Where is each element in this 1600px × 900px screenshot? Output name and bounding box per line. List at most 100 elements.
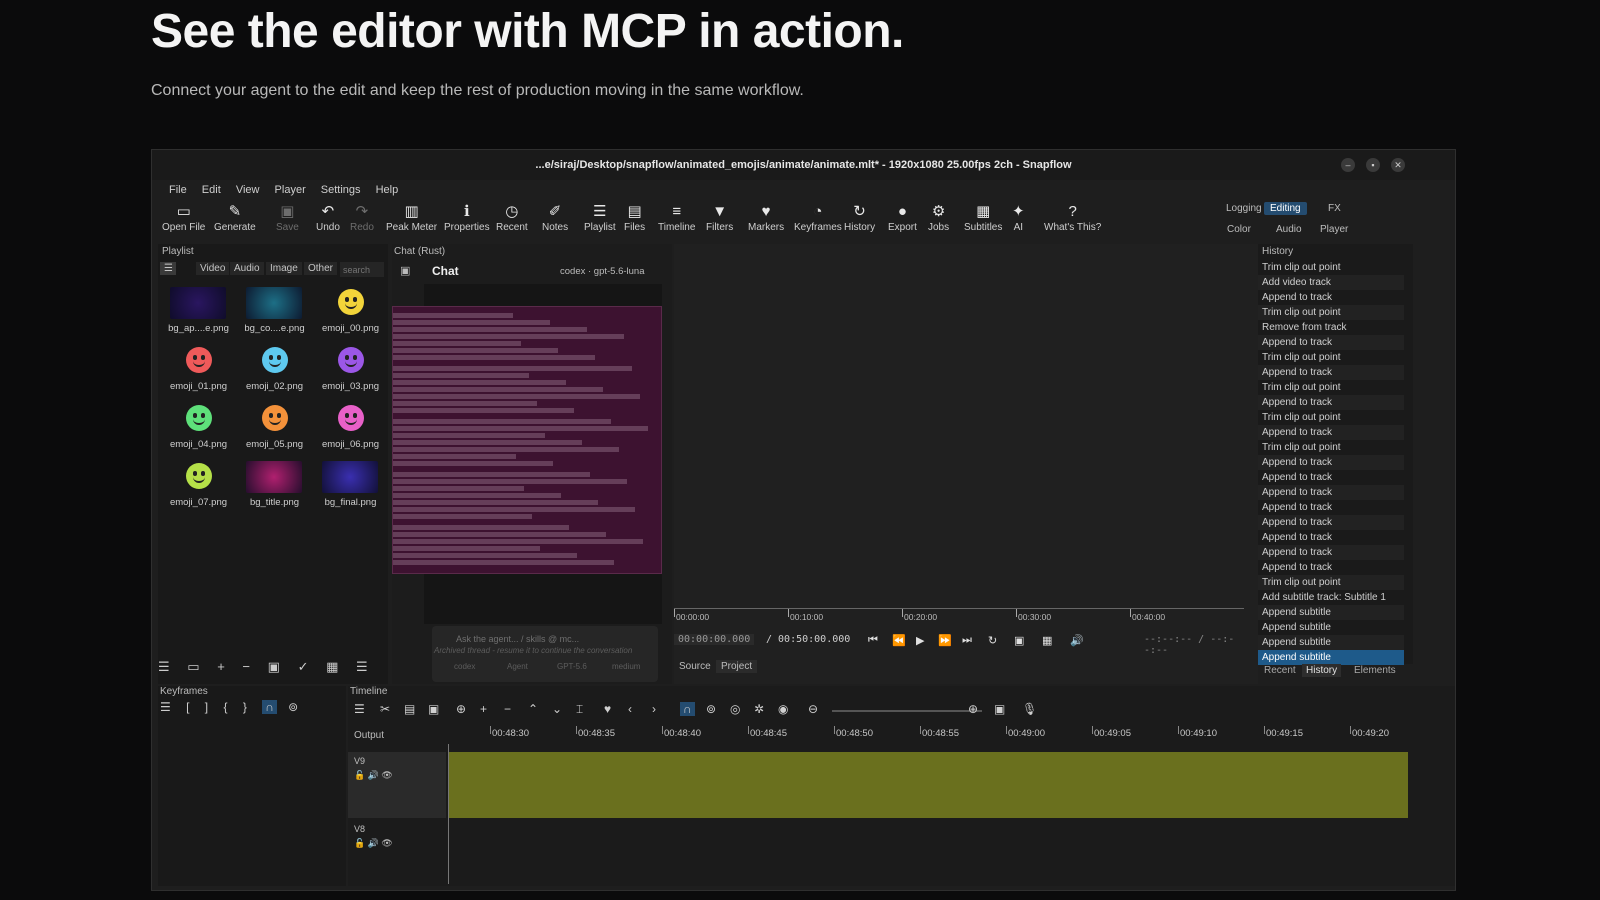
history-item[interactable]: Append to track [1258,530,1404,545]
scrub-toggle-icon[interactable]: ⊚ [706,702,716,716]
add-clip-icon[interactable]: + [480,702,487,716]
toolbar-keyframes-button[interactable]: ◔ Keyframes [794,202,842,233]
history-item[interactable]: Append to track [1258,545,1404,560]
snap-toggle-icon[interactable]: ∩ [680,702,695,716]
history-item[interactable]: Add subtitle track: Subtitle 1 [1258,590,1404,605]
playlist-item[interactable]: bg_ap....e.png [162,284,235,340]
track-v9-controls[interactable]: 🔓 🔊 👁 [348,770,446,781]
playlist-item[interactable]: bg_title.png [238,458,311,514]
playlist-item[interactable]: emoji_01.png [162,342,235,398]
layout-fx[interactable]: FX [1322,202,1347,215]
chat-model-label[interactable]: codex · gpt-5.6-luna [560,266,645,277]
check-icon[interactable]: ✓ [298,659,309,674]
chat-composer[interactable]: Ask the agent... / skills @ mc... Archiv… [432,626,658,682]
skip-end-icon[interactable]: ⏭ [962,634,972,647]
playlist-item[interactable]: emoji_02.png [238,342,311,398]
track-v9-clip[interactable] [448,752,1408,818]
add-icon[interactable]: + [217,659,225,674]
layout-audio[interactable]: Audio [1270,223,1308,236]
append-icon[interactable]: ⊕ [456,702,466,716]
toolbar-recent-button[interactable]: ◷ Recent [496,202,528,233]
toolbar-files-button[interactable]: ▤ Files [624,202,645,233]
history-item[interactable]: Append to track [1258,365,1404,380]
history-item[interactable]: Append subtitle [1258,635,1404,650]
tab-audio[interactable]: Audio [230,262,264,275]
history-item[interactable]: Append to track [1258,485,1404,500]
history-item[interactable]: Append to track [1258,335,1404,350]
toolbar-properties-button[interactable]: ℹ Properties [444,202,490,233]
split-icon[interactable]: ⌶ [576,702,583,717]
brace-right-icon[interactable]: } [243,700,247,714]
tab-video[interactable]: Video [196,262,230,275]
record-audio-icon[interactable]: 🎙 [1022,702,1037,716]
history-item[interactable]: Trim clip out point [1258,575,1404,590]
toolbar-jobs-button[interactable]: ⚙ Jobs [928,202,949,233]
ripple-all-icon[interactable]: ✲ [754,702,764,716]
tab-elements[interactable]: Elements [1350,664,1400,677]
bracket-right-icon[interactable]: ] [205,700,208,714]
toolbar-peak-meter-button[interactable]: ▥ Peak Meter [386,202,437,233]
scrub-icon[interactable]: ⊚ [288,700,298,714]
chip-agent[interactable]: Agent [507,662,528,671]
menu-help[interactable]: Help [376,181,399,199]
playlist-item[interactable]: emoji_05.png [238,400,311,456]
playlist-item[interactable]: bg_final.png [314,458,387,514]
close-icon[interactable]: ✕ [1391,158,1405,172]
remove-clip-icon[interactable]: − [504,702,511,716]
list-icon[interactable]: ☰ [356,659,368,674]
toolbar-redo-button[interactable]: ↷ Redo [350,202,374,233]
layout-logging[interactable]: Logging [1220,202,1268,215]
zoom-out-icon[interactable]: ⊖ [808,702,818,716]
history-item[interactable]: Append to track [1258,395,1404,410]
toolbar-export-button[interactable]: ● Export [888,202,917,233]
brace-left-icon[interactable]: { [223,700,227,714]
tab-project[interactable]: Project [716,660,758,673]
layout-player[interactable]: Player [1314,223,1354,236]
play-icon[interactable]: ▶ [916,634,924,647]
layout-editing[interactable]: Editing [1264,202,1307,215]
tab-recent[interactable]: Recent [1260,664,1300,677]
playlist-menu-icon[interactable]: ☰ [160,262,176,275]
history-item[interactable]: Trim clip out point [1258,440,1404,455]
history-item[interactable]: Append subtitle [1258,605,1404,620]
toolbar-timeline-button[interactable]: ≡ Timeline [658,202,695,233]
skip-start-icon[interactable]: ⏮ [868,634,878,647]
history-item[interactable]: Add video track [1258,275,1404,290]
toolbar-ai-button[interactable]: ✦ AI [1012,202,1025,233]
open-icon[interactable]: ▭ [187,659,199,674]
bracket-left-icon[interactable]: [ [186,700,189,714]
toolbar-generate-button[interactable]: ✎ Generate [214,202,256,233]
toolbar-undo-button[interactable]: ↶ Undo [316,202,340,233]
zoom-in-icon[interactable]: ⊕ [968,702,978,716]
timecode-input[interactable]: 00:00:00.000 [674,634,755,645]
remove-icon[interactable]: − [242,659,250,674]
timeline-ruler[interactable]: 00:48:30 00:48:35 00:48:40 00:48:45 00:48:50… [448,726,1408,744]
playlist-item[interactable]: emoji_03.png [314,342,387,398]
history-item[interactable]: Append to track [1258,500,1404,515]
history-item[interactable]: Append to track [1258,455,1404,470]
toolbar-what-s-this-button[interactable]: ? What's This? [1044,202,1101,233]
toolbar-markers-button[interactable]: ♥ Markers [748,202,784,233]
sidebar-toggle-icon[interactable]: ▣ [400,264,410,277]
maximize-icon[interactable]: ▪ [1366,158,1380,172]
lift-icon[interactable]: ⌃ [528,702,538,716]
next-marker-icon[interactable]: › [652,702,656,716]
history-item[interactable]: Trim clip out point [1258,410,1404,425]
viewer-ruler[interactable]: 00:00:00 00:10:00 00:20:00 00:30:00 00:40:00 [674,608,1244,624]
track-v8-controls[interactable]: 🔓 🔊 👁 [348,838,446,849]
history-item[interactable]: Append to track [1258,425,1404,440]
grid-icon[interactable]: ▦ [1042,634,1052,647]
toolbar-subtitles-button[interactable]: ▦ Subtitles [964,202,1002,233]
history-item[interactable]: Trim clip out point [1258,260,1404,275]
history-item[interactable]: Append subtitle [1258,650,1404,665]
track-header-v9[interactable]: V9 🔓 🔊 👁 [348,752,446,818]
playlist-menu-icon-2[interactable]: ☰ [158,659,170,674]
chip-codex[interactable]: codex [454,662,475,671]
timeline-playhead[interactable] [448,744,449,884]
cut-icon[interactable]: ✂ [380,702,390,716]
tab-source[interactable]: Source [674,660,716,673]
zoom-fit-timeline-icon[interactable]: ▣ [994,702,1005,716]
update-icon[interactable]: ▣ [268,659,280,674]
chat-input-placeholder[interactable]: Ask the agent... / skills @ mc... [456,634,579,644]
prev-marker-icon[interactable]: ‹ [628,702,632,716]
